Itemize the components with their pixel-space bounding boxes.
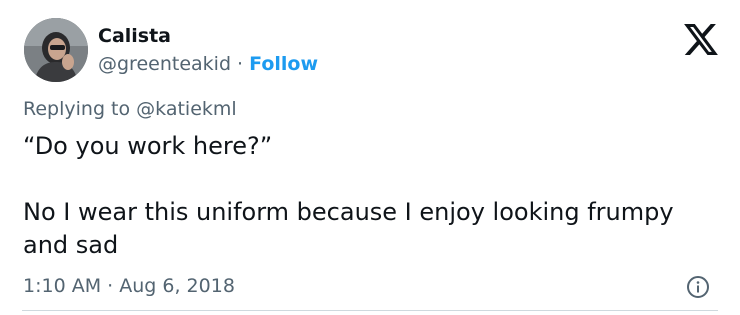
tweet-date[interactable]: Aug 6, 2018 — [119, 275, 235, 297]
replying-to-handle[interactable]: @katiekml — [136, 98, 237, 120]
tweet-text-line-1: “Do you work here?” — [23, 132, 273, 160]
separator-dot: · — [237, 53, 244, 75]
meta-separator-dot: · — [107, 275, 114, 297]
tweet-text-line-2: No I wear this uniform because I enjoy l… — [23, 198, 674, 259]
author-display-name[interactable]: Calista — [98, 25, 171, 47]
user-avatar-image — [24, 18, 88, 82]
avatar[interactable] — [24, 18, 88, 82]
replying-to: Replying to @katiekml — [23, 98, 237, 120]
tweet-card: Calista @greenteakid · Follow Replying t… — [0, 0, 740, 315]
replying-to-prefix: Replying to — [23, 98, 131, 120]
x-logo-icon[interactable] — [684, 24, 718, 55]
author-handle-row: @greenteakid · Follow — [98, 53, 318, 75]
tweet-text: “Do you work here?” No I wear this unifo… — [23, 130, 713, 262]
info-icon[interactable] — [686, 275, 710, 299]
tweet-meta: 1:10 AM · Aug 6, 2018 — [23, 275, 235, 297]
tweet-time[interactable]: 1:10 AM — [23, 275, 101, 297]
author-handle[interactable]: @greenteakid — [98, 53, 231, 75]
follow-button[interactable]: Follow — [249, 53, 318, 75]
bottom-divider — [22, 310, 718, 311]
